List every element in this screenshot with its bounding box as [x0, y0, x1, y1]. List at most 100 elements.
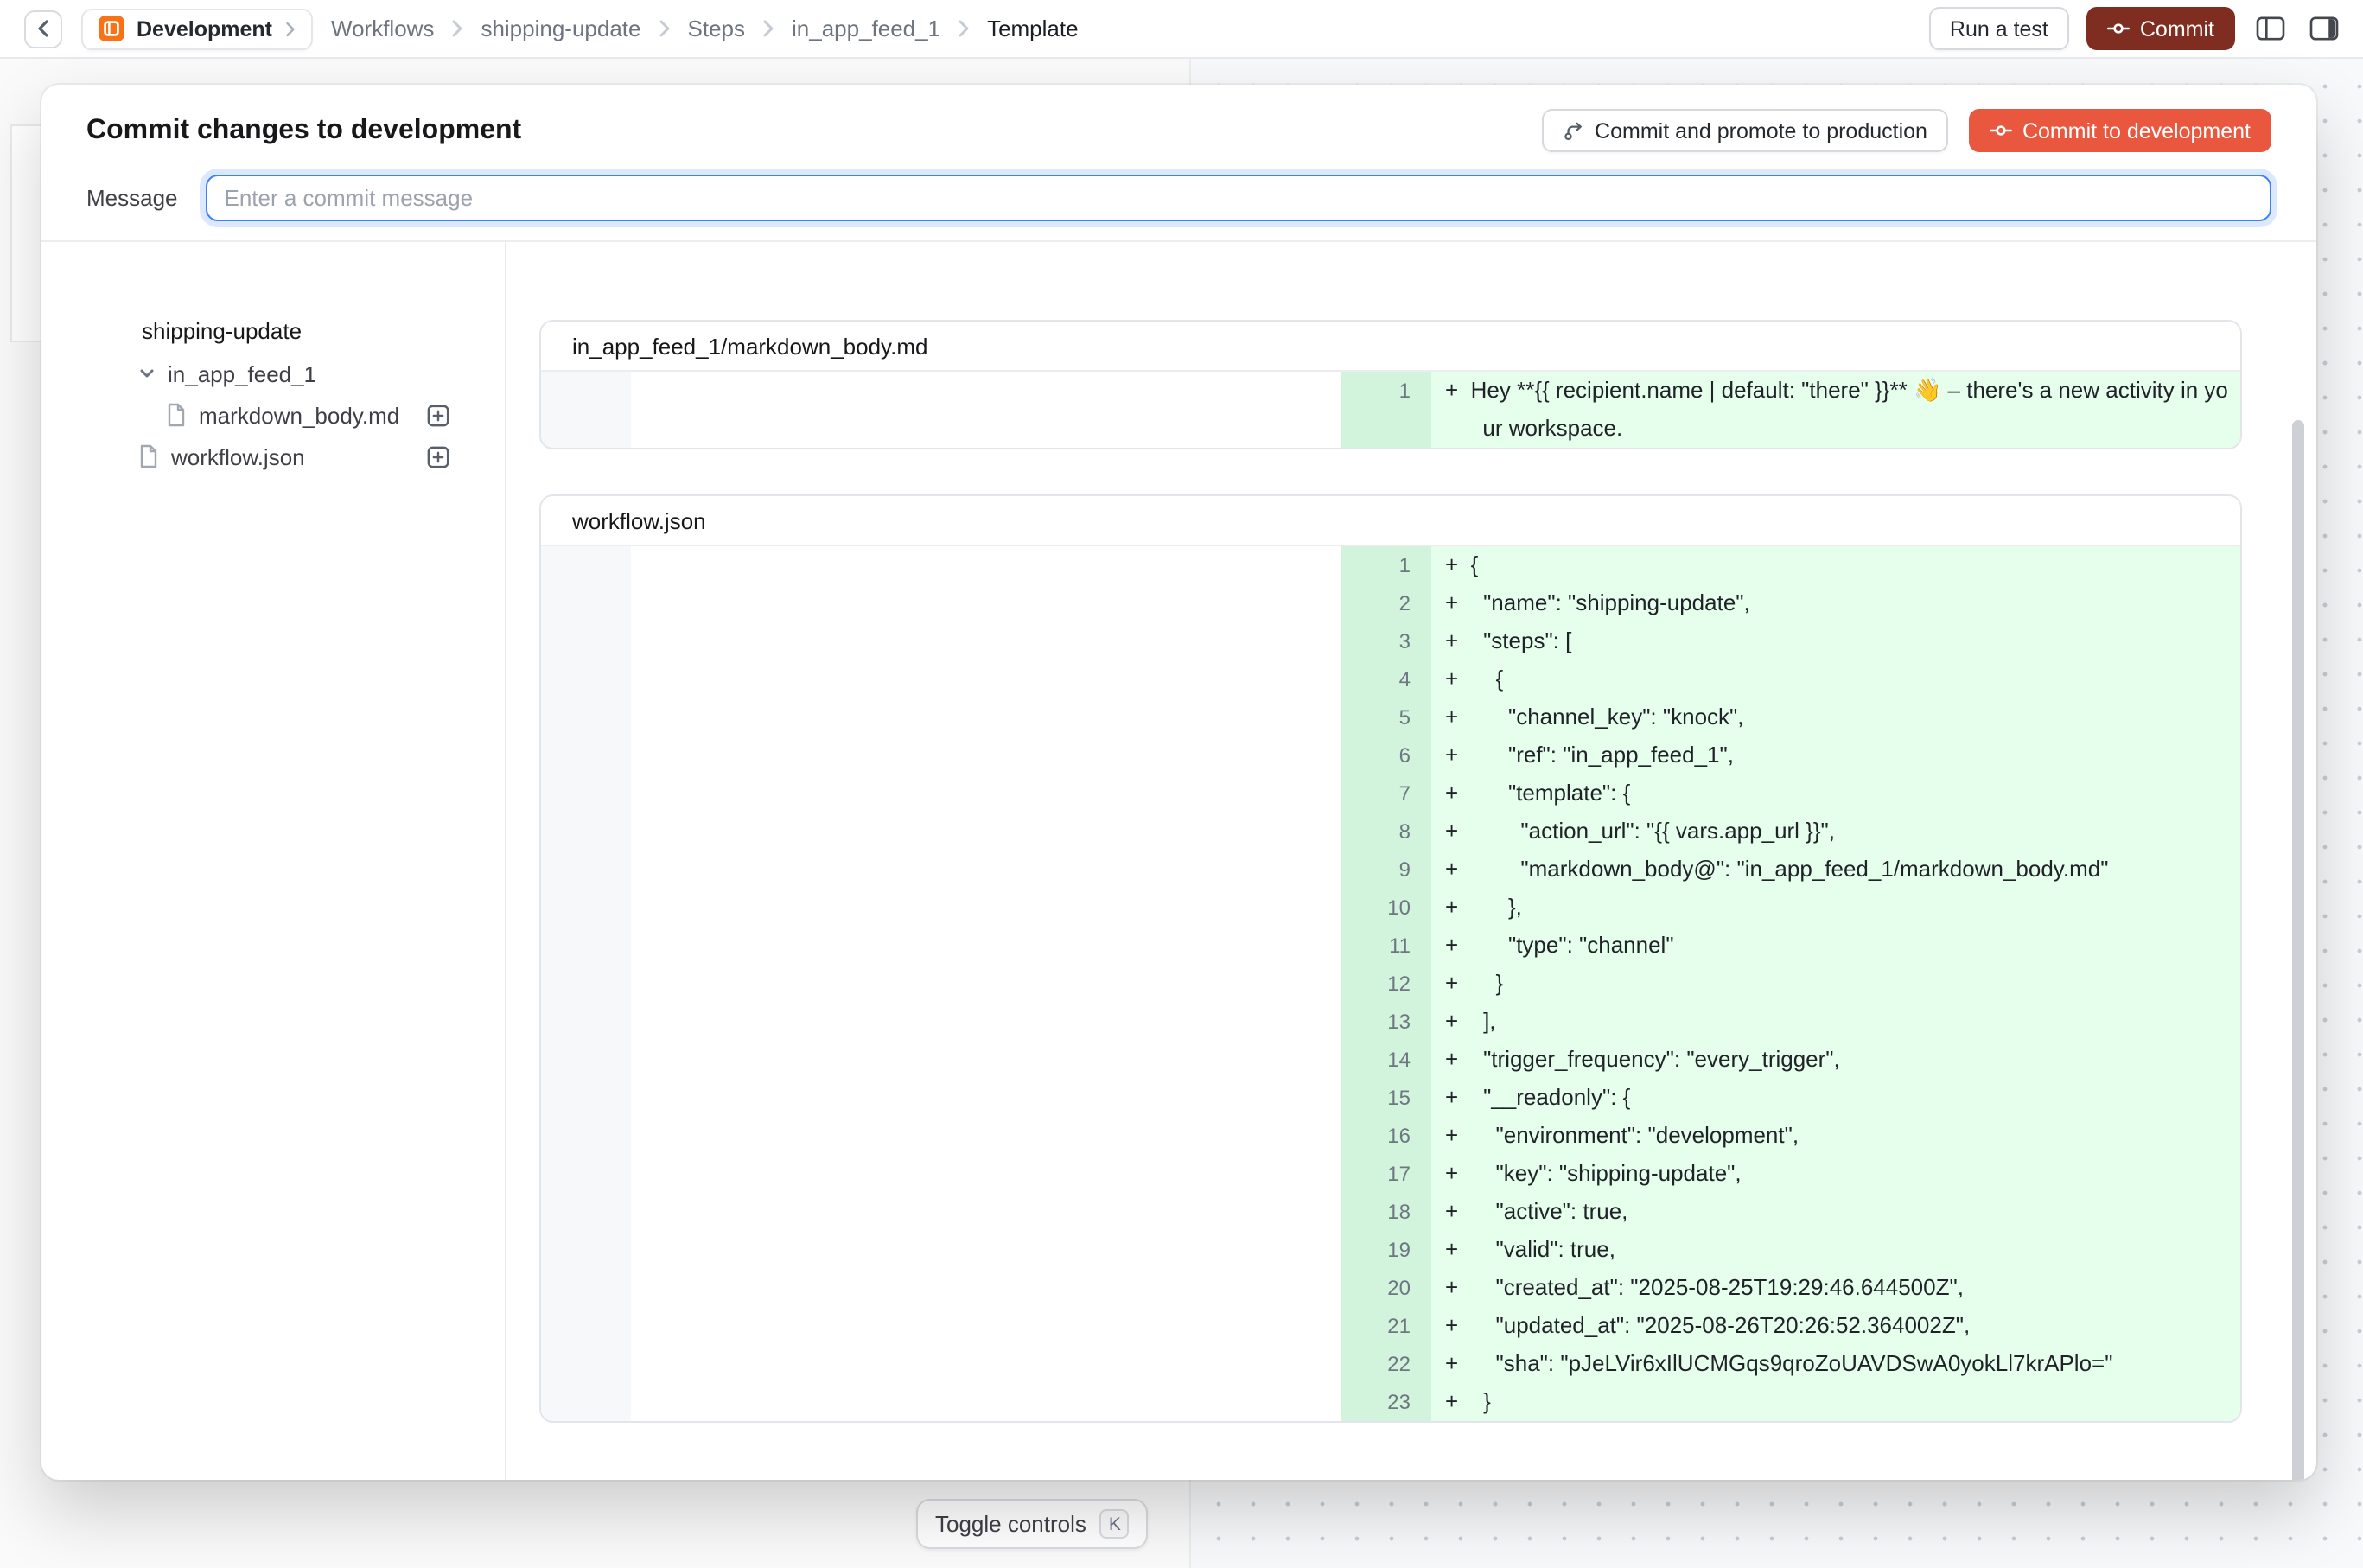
file-icon	[138, 444, 159, 468]
tree-file-markdown-body[interactable]: markdown_body.md	[41, 394, 505, 436]
old-line-content	[631, 927, 1341, 965]
old-line-content	[631, 1193, 1341, 1231]
diff-added-icon	[427, 404, 449, 426]
diff-row: 10 + },	[541, 889, 2240, 927]
commit-modal-header: Commit changes to development Commit and…	[41, 85, 2316, 242]
toggle-controls-label: Toggle controls	[935, 1511, 1086, 1537]
diff-line-content: + "sha": "pJeLVir6xIlUCMGqs9qroZoUAVDSwA…	[1431, 1345, 2240, 1383]
line-number: 5	[1341, 698, 1431, 736]
line-number: 19	[1341, 1231, 1431, 1269]
old-line-content	[631, 851, 1341, 889]
diff-row: 11 + "type": "channel"	[541, 927, 2240, 965]
diff-line-content: + "trigger_frequency": "every_trigger",	[1431, 1041, 2240, 1079]
old-line-content	[631, 584, 1341, 622]
old-line-number	[541, 1041, 631, 1079]
chevron-right-icon	[284, 20, 295, 37]
promote-icon	[1562, 119, 1584, 142]
breadcrumb-workflow-key[interactable]: shipping-update	[481, 16, 640, 41]
breadcrumb-workflows[interactable]: Workflows	[331, 16, 434, 41]
tree-folder-in-app-feed-1[interactable]: in_app_feed_1	[41, 353, 505, 394]
line-number: 16	[1341, 1117, 1431, 1155]
old-line-number	[541, 813, 631, 851]
tree-file-workflow-json[interactable]: workflow.json	[41, 436, 505, 477]
old-line-number	[541, 622, 631, 660]
breadcrumb-separator-icon	[958, 19, 970, 38]
added-line: + },	[1431, 889, 2240, 927]
diff-line-content: + "steps": [	[1431, 622, 2240, 660]
added-line: + }	[1431, 965, 2240, 1003]
line-number: 13	[1341, 1003, 1431, 1041]
diff-row: 23 + }	[541, 1383, 2240, 1421]
old-line-content	[631, 1269, 1341, 1307]
chevron-left-icon	[35, 19, 52, 38]
breadcrumb-separator-icon	[451, 19, 463, 38]
file-tree: shipping-update in_app_feed_1 markdown_b…	[41, 242, 506, 1480]
line-number: 1	[1341, 546, 1431, 584]
diff-row: 4 + {	[541, 660, 2240, 698]
breadcrumb-step-ref[interactable]: in_app_feed_1	[792, 16, 940, 41]
added-line: + "sha": "pJeLVir6xIlUCMGqs9qroZoUAVDSwA…	[1431, 1345, 2240, 1383]
tree-file-label: workflow.json	[171, 443, 415, 469]
environment-icon	[99, 16, 124, 41]
diff-lines: 1 + Hey **{{ recipient.name | default: "…	[541, 372, 2240, 448]
diff-row: 2 + "name": "shipping-update",	[541, 584, 2240, 622]
breadcrumb-separator-icon	[659, 19, 671, 38]
toggle-left-panel-button[interactable]	[2252, 12, 2289, 45]
breadcrumb-separator-icon	[762, 19, 774, 38]
diff-line-content: + "__readonly": {	[1431, 1079, 2240, 1117]
diff-row: 15 + "__readonly": {	[541, 1079, 2240, 1117]
diff-line-content: + Hey **{{ recipient.name | default: "th…	[1431, 372, 2240, 448]
commit-button[interactable]: Commit	[2086, 7, 2235, 50]
old-line-number	[541, 965, 631, 1003]
git-commit-icon	[1990, 119, 2012, 142]
toggle-controls-button[interactable]: Toggle controls K	[916, 1499, 1149, 1549]
environment-switcher[interactable]: Development	[81, 8, 312, 49]
diff-line-content: + "ref": "in_app_feed_1",	[1431, 736, 2240, 774]
old-line-content	[631, 622, 1341, 660]
old-line-number	[541, 1003, 631, 1041]
commit-and-promote-label: Commit and promote to production	[1595, 118, 1927, 143]
old-line-content	[631, 698, 1341, 736]
added-line: + "action_url": "{{ vars.app_url }}",	[1431, 813, 2240, 851]
modal-title: Commit changes to development	[86, 115, 521, 146]
diff-line-content: + "markdown_body@": "in_app_feed_1/markd…	[1431, 851, 2240, 889]
message-label: Message	[86, 185, 178, 211]
diff-line-content: + },	[1431, 889, 2240, 927]
old-line-number	[541, 1193, 631, 1231]
commit-and-promote-button[interactable]: Commit and promote to production	[1541, 109, 1948, 152]
added-line: + "trigger_frequency": "every_trigger",	[1431, 1041, 2240, 1079]
diff-row: 16 + "environment": "development",	[541, 1117, 2240, 1155]
old-line-number	[541, 1307, 631, 1345]
old-line-number	[541, 1079, 631, 1117]
run-a-test-label: Run a test	[1950, 16, 2048, 41]
diff-lines: 1 + { 2 + "name": "shipping-update",	[541, 546, 2240, 1421]
diff-card-workflow-json: workflow.json 1 + {	[539, 494, 2242, 1423]
diff-row: 18 + "active": true,	[541, 1193, 2240, 1231]
tree-file-label: markdown_body.md	[199, 402, 415, 428]
toggle-right-panel-button[interactable]	[2306, 12, 2342, 45]
topbar: Development Workflows shipping-update St…	[0, 0, 2363, 59]
app-window: Toggle controls K Development Workflows …	[0, 0, 2363, 1568]
diff-row: 14 + "trigger_frequency": "every_trigger…	[541, 1041, 2240, 1079]
line-number: 22	[1341, 1345, 1431, 1383]
added-line: + "name": "shipping-update",	[1431, 584, 2240, 622]
diff-row: 7 + "template": {	[541, 774, 2240, 813]
diff-line-content: + "action_url": "{{ vars.app_url }}",	[1431, 813, 2240, 851]
added-line: + "active": true,	[1431, 1193, 2240, 1231]
topbar-actions: Run a test Commit	[1929, 7, 2342, 50]
added-line: + "__readonly": {	[1431, 1079, 2240, 1117]
old-line-number	[541, 1383, 631, 1421]
commit-message-input[interactable]	[206, 175, 2272, 221]
breadcrumb-steps[interactable]: Steps	[688, 16, 746, 41]
added-line: + "ref": "in_app_feed_1",	[1431, 736, 2240, 774]
line-number: 17	[1341, 1155, 1431, 1193]
added-line: + "template": {	[1431, 774, 2240, 813]
commit-to-development-button[interactable]: Commit to development	[1969, 109, 2271, 152]
back-button[interactable]	[24, 10, 62, 48]
line-number: 1	[1341, 372, 1431, 448]
run-a-test-button[interactable]: Run a test	[1929, 7, 2069, 50]
scrollbar[interactable]	[2292, 420, 2304, 1480]
old-line-content	[631, 965, 1341, 1003]
panel-left-icon	[2256, 16, 2285, 41]
diff-line-content: + ],	[1431, 1003, 2240, 1041]
